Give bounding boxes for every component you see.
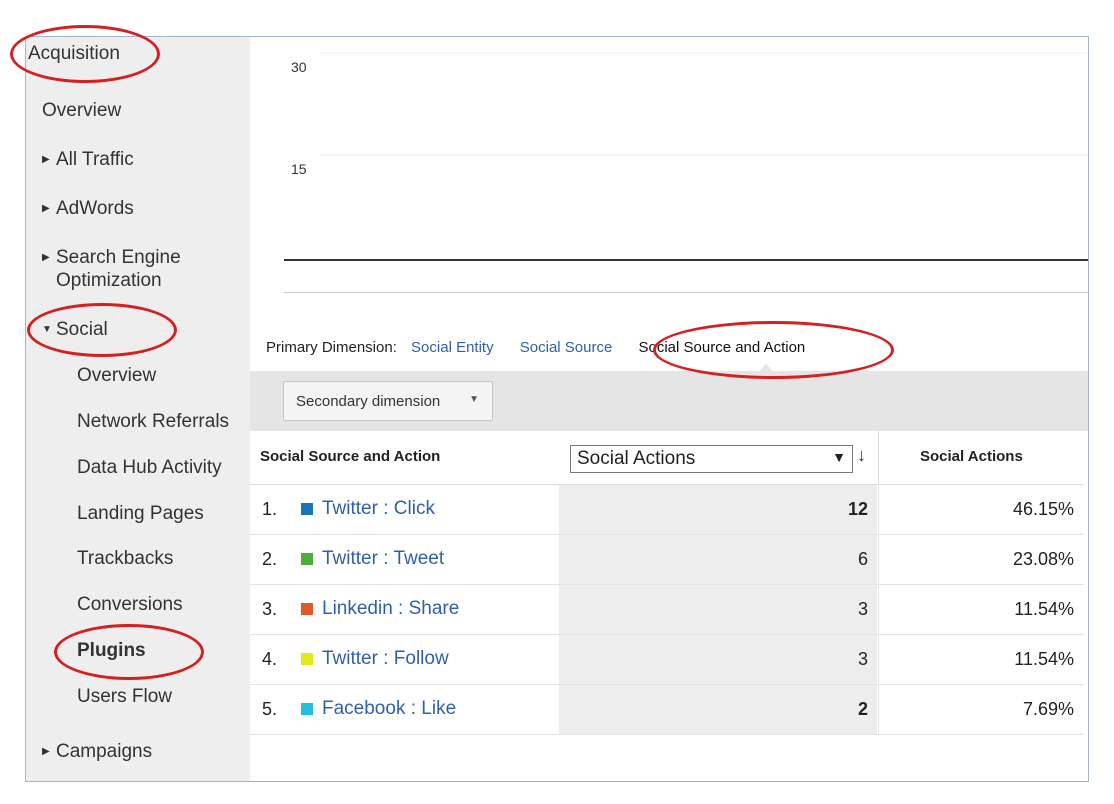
series-color-swatch <box>301 503 313 515</box>
chart-y-tick-30: 30 <box>291 59 307 75</box>
report-main: 30 15 Primary Dimension: Social Entity S… <box>250 37 1088 781</box>
row-index: 4. <box>262 649 278 669</box>
percent-cell: 46.15% <box>878 485 1084 534</box>
value-cell: 12 <box>559 485 877 534</box>
sidebar-item-overview[interactable]: Overview <box>42 99 121 122</box>
series-color-swatch <box>301 653 313 665</box>
row-percent: 11.54% <box>1014 649 1074 669</box>
column-header-social-actions-percent[interactable]: Social Actions <box>920 448 1023 465</box>
series-color-swatch <box>301 603 313 615</box>
metric-select[interactable]: Social Actions ▼ <box>570 445 853 473</box>
row-percent: 23.08% <box>1012 549 1074 569</box>
chevron-down-icon: ▼ <box>469 394 479 405</box>
percent-cell: 23.08% <box>878 535 1084 584</box>
sidebar-subitem-data-hub-activity[interactable]: Data Hub Activity <box>77 456 222 479</box>
row-index: 5. <box>262 699 278 719</box>
row-link[interactable]: Twitter : Tweet <box>322 548 444 570</box>
table-header: Social Source and Action Social Actions … <box>250 431 1084 485</box>
table-row: 4. Twitter : Follow 3 11.54% <box>250 635 1084 685</box>
series-color-swatch <box>301 703 313 715</box>
row-index: 1. <box>262 499 278 519</box>
table-toolbar: Secondary dimension ▼ <box>250 371 1088 431</box>
sort-down-arrow-icon[interactable]: ↓ <box>857 445 866 466</box>
row-value: 12 <box>847 499 868 519</box>
sidebar-subitem-landing-pages[interactable]: Landing Pages <box>77 502 204 525</box>
row-index: 3. <box>262 599 278 619</box>
row-value: 6 <box>857 549 868 569</box>
primary-dimension-bar: Primary Dimension: Social Entity Social … <box>266 339 805 356</box>
table-row: 3. Linkedin : Share 3 11.54% <box>250 585 1084 635</box>
sidebar-section-acquisition[interactable]: Acquisition <box>28 42 120 65</box>
table-row: 2. Twitter : Tweet 6 23.08% <box>250 535 1084 585</box>
row-link[interactable]: Twitter : Follow <box>322 648 449 670</box>
row-link[interactable]: Twitter : Click <box>322 498 435 520</box>
column-header-source-action[interactable]: Social Source and Action <box>260 448 440 465</box>
dimension-selected-social-source-action[interactable]: Social Source and Action <box>639 339 806 356</box>
row-link[interactable]: Facebook : Like <box>322 698 456 720</box>
table-row: 1. Twitter : Click 12 46.15% <box>250 485 1084 535</box>
secondary-dimension-button[interactable]: Secondary dimension ▼ <box>283 381 493 421</box>
sidebar-item-all-traffic[interactable]: ▶ All Traffic <box>42 148 134 171</box>
caret-right-icon: ▶ <box>42 203 50 214</box>
sidebar-subitem-trackbacks[interactable]: Trackbacks <box>77 547 173 570</box>
sidebar-subitem-plugins[interactable]: Plugins <box>77 639 146 662</box>
value-cell: 6 <box>559 535 877 584</box>
dimension-link-social-entity[interactable]: Social Entity <box>411 339 494 356</box>
caret-right-icon: ▶ <box>42 252 50 263</box>
sidebar-item-social[interactable]: ▼ Social <box>42 318 108 341</box>
dropdown-triangle-icon: ▼ <box>832 449 846 465</box>
data-table: Social Source and Action Social Actions … <box>250 431 1084 735</box>
series-color-swatch <box>301 553 313 565</box>
value-cell: 3 <box>559 635 877 684</box>
percent-cell: 11.54% <box>878 635 1084 684</box>
chart-divider <box>284 292 1088 293</box>
caret-right-icon: ▶ <box>42 746 50 757</box>
chart-svg: 30 15 <box>284 52 1088 261</box>
selected-dimension-pointer <box>759 364 773 371</box>
percent-cell: 7.69% <box>878 685 1084 734</box>
sidebar-subitem-users-flow[interactable]: Users Flow <box>77 685 172 708</box>
row-percent: 46.15% <box>1012 499 1074 519</box>
sidebar-item-adwords[interactable]: ▶ AdWords <box>42 197 134 220</box>
sidebar-subitem-network-referrals[interactable]: Network Referrals <box>77 410 229 433</box>
row-value: 2 <box>857 699 868 719</box>
primary-dimension-label: Primary Dimension: <box>266 339 397 356</box>
sidebar-subitem-overview[interactable]: Overview <box>77 364 156 387</box>
table-row: 5. Facebook : Like 2 7.69% <box>250 685 1084 735</box>
value-cell: 2 <box>559 685 877 734</box>
value-cell: 3 <box>559 585 877 634</box>
sidebar-item-seo[interactable]: ▶ Search Engine Optimization <box>42 246 192 292</box>
row-percent: 7.69% <box>1022 699 1074 719</box>
chart-y-tick-15: 15 <box>291 161 307 177</box>
dimension-link-social-source[interactable]: Social Source <box>520 339 613 356</box>
sidebar: Acquisition Overview ▶ All Traffic ▶ AdWor… <box>26 37 250 781</box>
sidebar-subitem-conversions[interactable]: Conversions <box>77 593 183 616</box>
row-value: 3 <box>857 599 868 619</box>
caret-right-icon: ▶ <box>42 154 50 165</box>
line-chart: 30 15 <box>284 49 1088 297</box>
row-value: 3 <box>857 649 868 669</box>
row-link[interactable]: Linkedin : Share <box>322 598 459 620</box>
row-percent: 11.54% <box>1014 599 1074 619</box>
row-index: 2. <box>262 549 278 569</box>
analytics-window: Acquisition Overview ▶ All Traffic ▶ AdWor… <box>25 36 1089 782</box>
caret-down-icon: ▼ <box>42 324 52 335</box>
sidebar-item-campaigns[interactable]: ▶ Campaigns <box>42 740 152 763</box>
percent-cell: 11.54% <box>878 585 1084 634</box>
